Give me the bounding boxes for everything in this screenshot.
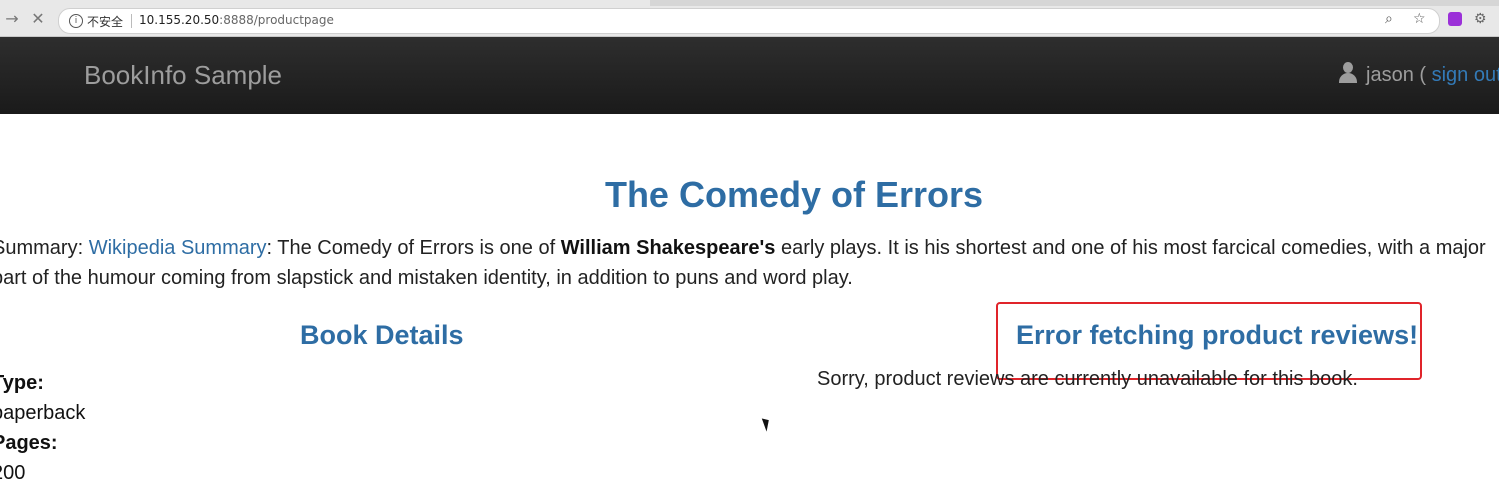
wikipedia-summary-link[interactable]: Wikipedia Summary (89, 237, 267, 259)
user-area: jason ( sign out (1338, 62, 1499, 87)
zoom-icon[interactable]: ⌕ (1385, 11, 1393, 27)
summary-mid: : The Comedy of Errors is one of (266, 237, 561, 259)
paren-open: ( (1413, 64, 1432, 86)
url-host: 10.155.20.50 (139, 13, 220, 27)
type-value: paperback (0, 402, 86, 424)
stop-icon[interactable]: ✕ (28, 9, 48, 29)
sign-out-link[interactable]: sign out (1432, 64, 1499, 86)
book-details-heading: Book Details (300, 320, 464, 350)
mouse-cursor-icon (761, 416, 773, 432)
book-details-list: Type: paperback Pages: 200 (0, 368, 85, 488)
username: jason (1366, 64, 1414, 86)
reviews-unavailable-message: Sorry, product reviews are currently una… (817, 368, 1358, 390)
settings-extension-icon[interactable]: ⚙ (1474, 11, 1488, 25)
extension-icon[interactable] (1448, 12, 1462, 26)
type-label: Type: (0, 372, 44, 394)
navbar: BookInfo Sample jason ( sign out (0, 37, 1499, 114)
user-icon (1338, 62, 1358, 84)
forward-icon[interactable]: → (2, 9, 22, 29)
summary-author: William Shakespeare's (560, 237, 776, 259)
page-title: The Comedy of Errors (604, 174, 984, 215)
book-summary: Summary: Wikipedia Summary: The Comedy o… (0, 233, 1499, 293)
url-text[interactable]: 10.155.20.50:8888/productpage (139, 13, 334, 27)
brand-title[interactable]: BookInfo Sample (84, 60, 282, 91)
summary-prefix: Summary: (0, 237, 89, 259)
pages-value: 200 (0, 462, 26, 484)
browser-toolbar: → ✕ i 不安全 10.155.20.50:8888/productpage … (0, 0, 1499, 37)
active-tab[interactable] (0, 0, 650, 6)
reviews-error-heading: Error fetching product reviews! (1016, 320, 1419, 350)
address-bar[interactable]: i 不安全 10.155.20.50:8888/productpage ⌕ ☆ (58, 8, 1440, 34)
url-path: :8888/productpage (219, 13, 334, 27)
bookmark-star-icon[interactable]: ☆ (1413, 11, 1426, 27)
pages-label: Pages: (0, 432, 58, 454)
security-label[interactable]: 不安全 (87, 13, 123, 30)
info-icon[interactable]: i (69, 14, 83, 28)
divider (131, 14, 132, 28)
